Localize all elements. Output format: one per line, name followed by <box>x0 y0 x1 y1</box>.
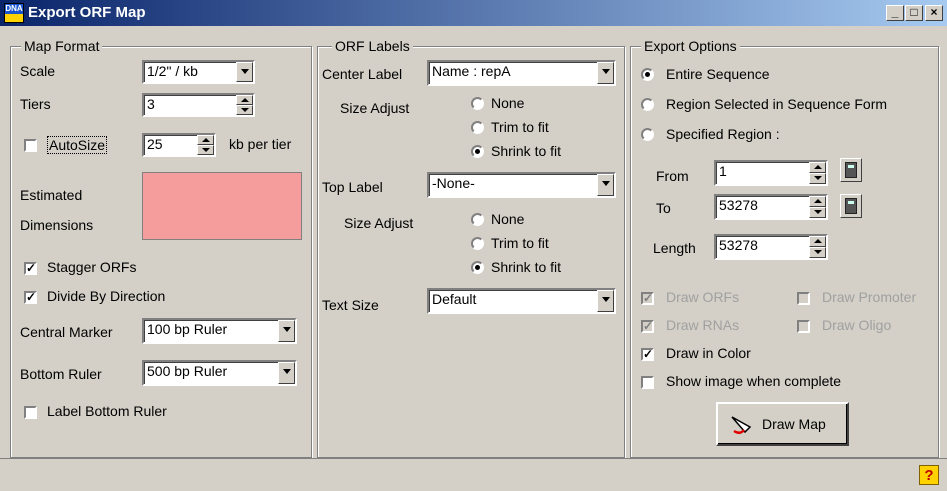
autosize-checkbox[interactable] <box>24 139 37 152</box>
dimensions-label: Dimensions <box>20 217 94 233</box>
estimated-label: Estimated <box>20 187 83 203</box>
chevron-down-icon[interactable] <box>597 62 614 84</box>
draw-orfs-checkbox[interactable]: ✓ <box>641 292 654 305</box>
export-orf-map-window: DNA Export ORF Map _ □ × Map Format Scal… <box>0 0 947 491</box>
from-label: From <box>656 168 689 184</box>
spin-arrows-icon[interactable] <box>809 162 826 184</box>
divide-by-direction-label: Divide By Direction <box>47 288 166 304</box>
top-size-adjust-label: Size Adjust <box>344 215 414 231</box>
orf-labels-title: ORF Labels <box>332 38 413 54</box>
central-marker-label: Central Marker <box>20 324 113 340</box>
top-trim-label: Trim to fit <box>491 235 549 251</box>
bottom-ruler-select[interactable]: 500 bp Ruler <box>142 360 297 386</box>
spin-arrows-icon[interactable] <box>809 196 826 218</box>
draw-oligo-checkbox[interactable] <box>797 320 810 333</box>
top-none-label: None <box>491 211 525 227</box>
stagger-orfs-checkbox[interactable]: ✓ <box>24 262 37 275</box>
top-none-radio[interactable] <box>471 213 484 226</box>
autosize-label: AutoSize <box>47 136 108 154</box>
scale-label: Scale <box>20 63 56 79</box>
draw-map-label: Draw Map <box>762 416 826 432</box>
draw-orfs-label: Draw ORFs <box>666 289 740 305</box>
draw-rnas-label: Draw RNAs <box>666 317 740 333</box>
text-size-select[interactable]: Default <box>427 288 616 314</box>
stagger-orfs-label: Stagger ORFs <box>47 259 137 275</box>
draw-in-color-label: Draw in Color <box>666 345 751 361</box>
chevron-down-icon[interactable] <box>236 62 253 82</box>
center-trim-radio[interactable] <box>471 121 484 134</box>
center-none-radio[interactable] <box>471 97 484 110</box>
kb-per-tier-stepper[interactable]: 25 <box>142 133 216 157</box>
label-bottom-ruler-checkbox[interactable] <box>24 406 37 419</box>
spin-arrows-icon[interactable] <box>236 95 253 115</box>
chevron-down-icon[interactable] <box>597 174 614 196</box>
chevron-down-icon[interactable] <box>597 290 614 312</box>
spin-arrows-icon[interactable] <box>809 236 826 258</box>
draw-oligo-label: Draw Oligo <box>822 317 892 333</box>
chevron-down-icon[interactable] <box>278 362 295 384</box>
central-marker-select[interactable]: 100 bp Ruler <box>142 318 297 344</box>
center-none-label: None <box>491 95 525 111</box>
status-bar: ? <box>0 458 947 491</box>
length-label: Length <box>653 240 696 256</box>
window-title: Export ORF Map <box>28 4 146 21</box>
map-format-title: Map Format <box>21 38 103 54</box>
label-bottom-ruler-label: Label Bottom Ruler <box>47 403 167 419</box>
center-shrink-radio[interactable] <box>471 145 484 158</box>
top-trim-radio[interactable] <box>471 237 484 250</box>
chevron-down-icon[interactable] <box>278 320 295 342</box>
center-trim-label: Trim to fit <box>491 119 549 135</box>
top-shrink-label: Shrink to fit <box>491 259 562 275</box>
center-label-label: Center Label <box>322 66 403 82</box>
spin-arrows-icon[interactable] <box>197 135 214 155</box>
top-label-select[interactable]: -None- <box>427 172 616 198</box>
draw-rnas-checkbox[interactable]: ✓ <box>641 320 654 333</box>
help-icon[interactable]: ? <box>919 465 939 485</box>
to-label: To <box>656 200 671 216</box>
entire-sequence-label: Entire Sequence <box>666 66 770 82</box>
estimated-dimensions-swatch <box>142 172 302 240</box>
to-calculator-icon[interactable] <box>840 194 862 218</box>
entire-sequence-radio[interactable] <box>641 68 654 81</box>
draw-map-button[interactable]: Draw Map <box>716 402 849 446</box>
specified-region-label: Specified Region : <box>666 126 780 142</box>
specified-region-radio[interactable] <box>641 128 654 141</box>
region-selected-label: Region Selected in Sequence Form <box>666 96 888 112</box>
region-selected-radio[interactable] <box>641 98 654 111</box>
dna-app-icon: DNA <box>4 3 24 23</box>
top-shrink-radio[interactable] <box>471 261 484 274</box>
draw-in-color-checkbox[interactable]: ✓ <box>641 348 654 361</box>
minimize-button[interactable]: _ <box>886 5 904 21</box>
tiers-stepper[interactable]: 3 <box>142 93 255 117</box>
close-button[interactable]: × <box>925 5 943 21</box>
from-stepper[interactable]: 1 <box>714 160 828 186</box>
to-stepper[interactable]: 53278 <box>714 194 828 220</box>
tiers-label: Tiers <box>20 96 51 112</box>
draw-pen-icon <box>731 416 752 434</box>
show-image-checkbox[interactable] <box>641 376 654 389</box>
title-bar[interactable]: DNA Export ORF Map _ □ × <box>0 0 947 26</box>
scale-select[interactable]: 1/2" / kb <box>142 60 255 84</box>
center-size-adjust-label: Size Adjust <box>340 100 410 116</box>
maximize-button[interactable]: □ <box>905 5 923 21</box>
kb-per-tier-label: kb per tier <box>229 136 292 152</box>
length-stepper[interactable]: 53278 <box>714 234 828 260</box>
draw-promoter-label: Draw Promoter <box>822 289 917 305</box>
divide-by-direction-checkbox[interactable]: ✓ <box>24 291 37 304</box>
top-label-label: Top Label <box>322 179 383 195</box>
export-options-title: Export Options <box>641 38 740 54</box>
text-size-label: Text Size <box>322 297 379 313</box>
bottom-ruler-label: Bottom Ruler <box>20 366 102 382</box>
center-shrink-label: Shrink to fit <box>491 143 562 159</box>
center-label-select[interactable]: Name : repA <box>427 60 616 86</box>
draw-promoter-checkbox[interactable] <box>797 292 810 305</box>
from-calculator-icon[interactable] <box>840 158 862 182</box>
show-image-label: Show image when complete <box>666 373 842 389</box>
